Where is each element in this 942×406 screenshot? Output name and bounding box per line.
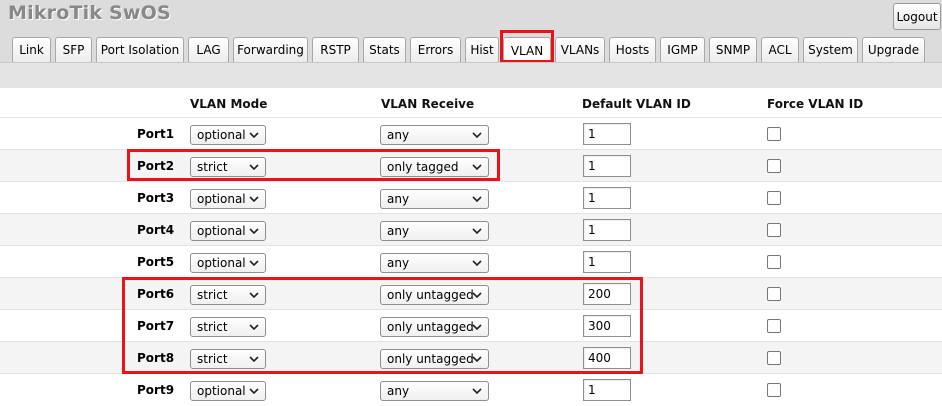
table-row: Port5 optional any 1 xyxy=(0,245,942,277)
vlan-mode-select[interactable]: optional xyxy=(190,381,266,401)
force-vlan-id-checkbox[interactable] xyxy=(767,255,781,269)
tab-rstp[interactable]: RSTP xyxy=(312,37,359,62)
table-row: Port6 strict only untagged 200 xyxy=(0,277,942,309)
tab-link[interactable]: Link xyxy=(12,37,51,62)
header-vlan-mode: VLAN Mode xyxy=(190,97,268,111)
vlan-mode-select[interactable]: optional xyxy=(190,189,266,209)
vlan-receive-select[interactable]: only untagged xyxy=(380,317,489,337)
table-row: Port7 strict only untagged 300 xyxy=(0,309,942,341)
port-label: Port1 xyxy=(137,127,175,141)
vlan-mode-select[interactable]: strict xyxy=(190,285,266,305)
chevron-down-icon xyxy=(247,126,261,144)
force-vlan-id-checkbox[interactable] xyxy=(767,223,781,237)
force-vlan-id-checkbox[interactable] xyxy=(767,159,781,173)
vlan-mode-select[interactable]: strict xyxy=(190,157,266,177)
tab-stats[interactable]: Stats xyxy=(363,37,406,62)
tab-port-isolation[interactable]: Port Isolation xyxy=(96,37,184,62)
chevron-down-icon xyxy=(247,222,261,240)
default-vlan-id-input[interactable]: 200 xyxy=(583,283,631,305)
port-label: Port5 xyxy=(137,255,175,269)
chevron-down-icon xyxy=(470,222,484,240)
vlan-receive-select[interactable]: any xyxy=(380,381,489,401)
vlan-mode-select[interactable]: optional xyxy=(190,221,266,241)
port-label: Port7 xyxy=(137,319,175,333)
vlan-receive-select[interactable]: any xyxy=(380,189,489,209)
tab-acl[interactable]: ACL xyxy=(761,37,799,62)
tab-lag[interactable]: LAG xyxy=(188,37,229,62)
default-vlan-id-input[interactable]: 1 xyxy=(583,155,631,177)
table-row: Port2 strict only tagged 1 xyxy=(0,149,942,181)
chevron-down-icon xyxy=(470,350,484,368)
chevron-down-icon xyxy=(247,158,261,176)
force-vlan-id-checkbox[interactable] xyxy=(767,319,781,333)
chevron-down-icon xyxy=(470,126,484,144)
chevron-down-icon xyxy=(470,382,484,400)
default-vlan-id-input[interactable]: 1 xyxy=(583,123,631,145)
force-vlan-id-checkbox[interactable] xyxy=(767,351,781,365)
tab-upgrade[interactable]: Upgrade xyxy=(862,37,925,62)
default-vlan-id-input[interactable]: 300 xyxy=(583,315,631,337)
tab-bar: Link SFP Port Isolation LAG Forwarding R… xyxy=(0,37,942,63)
default-vlan-id-input[interactable]: 1 xyxy=(583,379,631,401)
force-vlan-id-checkbox[interactable] xyxy=(767,383,781,397)
default-vlan-id-input[interactable]: 1 xyxy=(583,219,631,241)
logout-button[interactable]: Logout xyxy=(893,3,941,30)
table-row: Port9 optional any 1 xyxy=(0,373,942,404)
port-label: Port6 xyxy=(137,287,175,301)
header-default-vlan-id: Default VLAN ID xyxy=(582,97,691,111)
vlan-mode-select[interactable]: optional xyxy=(190,125,266,145)
port-label: Port8 xyxy=(137,351,175,365)
chevron-down-icon xyxy=(470,286,484,304)
table-row: Port3 optional any 1 xyxy=(0,181,942,213)
chevron-down-icon xyxy=(247,190,261,208)
tab-hist[interactable]: Hist xyxy=(465,37,499,62)
vlan-receive-select[interactable]: any xyxy=(380,221,489,241)
port-label: Port2 xyxy=(137,159,175,173)
force-vlan-id-checkbox[interactable] xyxy=(767,127,781,141)
chevron-down-icon xyxy=(247,286,261,304)
chevron-down-icon xyxy=(470,318,484,336)
table-row: Port8 strict only untagged 400 xyxy=(0,341,942,373)
tab-sfp[interactable]: SFP xyxy=(55,37,92,62)
vlan-receive-select[interactable]: only tagged xyxy=(380,157,489,177)
sub-toolbar xyxy=(0,62,942,88)
tab-forwarding[interactable]: Forwarding xyxy=(233,37,308,62)
chevron-down-icon xyxy=(247,350,261,368)
chevron-down-icon xyxy=(470,158,484,176)
force-vlan-id-checkbox[interactable] xyxy=(767,287,781,301)
chevron-down-icon xyxy=(470,190,484,208)
tab-vlans[interactable]: VLANs xyxy=(555,37,605,62)
vlan-mode-select[interactable]: strict xyxy=(190,349,266,369)
app-title: MikroTik SwOS xyxy=(8,2,171,24)
tab-snmp[interactable]: SNMP xyxy=(709,37,757,62)
tab-system[interactable]: System xyxy=(803,37,858,62)
port-label: Port3 xyxy=(137,191,175,205)
vlan-receive-select[interactable]: only untagged xyxy=(380,285,489,305)
chevron-down-icon xyxy=(247,382,261,400)
header-vlan-receive: VLAN Receive xyxy=(381,97,475,111)
tab-igmp[interactable]: IGMP xyxy=(660,37,705,62)
port-label: Port9 xyxy=(137,383,175,397)
header-force-vlan-id: Force VLAN ID xyxy=(767,97,864,111)
tab-vlan[interactable]: VLAN xyxy=(503,37,551,63)
table-row: Port1 optional any 1 xyxy=(0,117,942,149)
chevron-down-icon xyxy=(470,254,484,272)
vlan-mode-select[interactable]: optional xyxy=(190,253,266,273)
vlan-receive-select[interactable]: any xyxy=(380,125,489,145)
default-vlan-id-input[interactable]: 1 xyxy=(583,187,631,209)
default-vlan-id-input[interactable]: 400 xyxy=(583,347,631,369)
vlan-mode-select[interactable]: strict xyxy=(190,317,266,337)
table-row: Port4 optional any 1 xyxy=(0,213,942,245)
vlan-receive-select[interactable]: only untagged xyxy=(380,349,489,369)
tab-errors[interactable]: Errors xyxy=(410,37,461,62)
port-label: Port4 xyxy=(137,223,175,237)
tab-hosts[interactable]: Hosts xyxy=(609,37,656,62)
default-vlan-id-input[interactable]: 1 xyxy=(583,251,631,273)
chevron-down-icon xyxy=(247,318,261,336)
chevron-down-icon xyxy=(247,254,261,272)
vlan-receive-select[interactable]: any xyxy=(380,253,489,273)
force-vlan-id-checkbox[interactable] xyxy=(767,191,781,205)
